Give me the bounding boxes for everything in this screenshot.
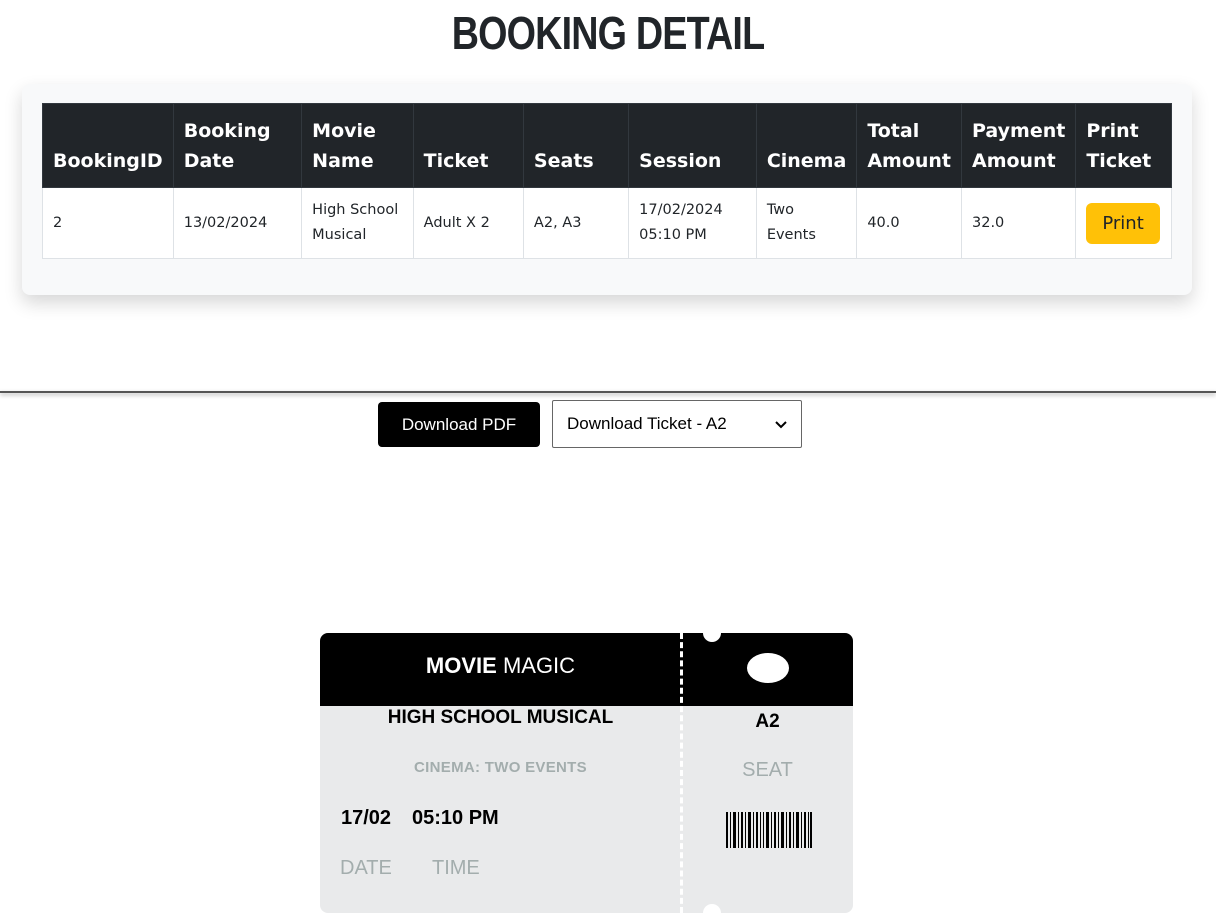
ticket-movie-title: HIGH SCHOOL MUSICAL — [387, 707, 614, 728]
barcode-icon — [726, 812, 812, 848]
ticket-date-label: DATE — [340, 857, 392, 879]
page-title: BOOKING DETAIL — [451, 7, 765, 59]
cell-payment-amount: 32.0 — [960, 187, 1077, 259]
cell-seats: A2, A3 — [522, 187, 630, 259]
brand-bold: MOVIE — [425, 653, 497, 678]
table-header-row: BookingID Booking Date Movie Name Ticket… — [42, 103, 1172, 188]
col-header-payment-amount: Payment Amount — [960, 103, 1077, 188]
ticket-brand: MOVIE MAGIC — [320, 653, 681, 679]
ticket-time-label: TIME — [432, 857, 480, 879]
ticket-preview: MOVIE MAGIC HIGH SCHOOL MUSICAL CINEMA: … — [320, 633, 853, 913]
cell-cinema: Two Events — [755, 187, 858, 259]
cell-booking-id: 2 — [42, 187, 174, 259]
ticket-time: 05:10 PM — [412, 807, 499, 829]
col-header-cinema: Cinema — [755, 103, 858, 188]
cell-print-ticket: Print — [1075, 187, 1172, 259]
cell-ticket: Adult X 2 — [412, 187, 524, 259]
cell-movie-name: High School Musical — [301, 187, 414, 259]
ticket-seat-label: SEAT — [742, 759, 793, 781]
ticket-date: 17/02 — [341, 807, 392, 829]
ticket-select[interactable]: Download Ticket - A2 — [552, 400, 802, 448]
booking-table: BookingID Booking Date Movie Name Ticket… — [42, 103, 1172, 259]
ticket-seat: A2 — [755, 711, 780, 732]
ticket-select-value: Download Ticket - A2 — [567, 414, 727, 433]
cell-total-amount: 40.0 — [856, 187, 962, 259]
print-button[interactable]: Print — [1086, 202, 1160, 244]
col-header-session: Session — [628, 103, 757, 188]
chevron-down-icon — [775, 416, 787, 432]
brand-rest: MAGIC — [496, 653, 576, 678]
booking-card: BookingID Booking Date Movie Name Ticket… — [22, 84, 1192, 295]
ticket-cinema: CINEMA: TWO EVENTS — [414, 759, 587, 776]
cell-session: 17/02/2024 05:10 PM — [628, 187, 757, 259]
col-header-total-amount: Total Amount — [856, 103, 962, 188]
table-row: 2 13/02/2024 High School Musical Adult X… — [42, 187, 1172, 259]
col-header-movie-name: Movie Name — [301, 103, 414, 188]
section-divider — [0, 391, 1216, 393]
col-header-ticket: Ticket — [412, 103, 524, 188]
download-pdf-button[interactable]: Download PDF — [378, 402, 540, 447]
oval-logo-icon — [747, 653, 789, 683]
cell-booking-date: 13/02/2024 — [172, 187, 303, 259]
ticket-notch-bottom — [703, 904, 721, 913]
col-header-seats: Seats — [522, 103, 630, 188]
col-header-print-ticket: Print Ticket — [1075, 103, 1172, 188]
col-header-booking-id: BookingID — [42, 103, 174, 188]
col-header-booking-date: Booking Date — [172, 103, 303, 188]
